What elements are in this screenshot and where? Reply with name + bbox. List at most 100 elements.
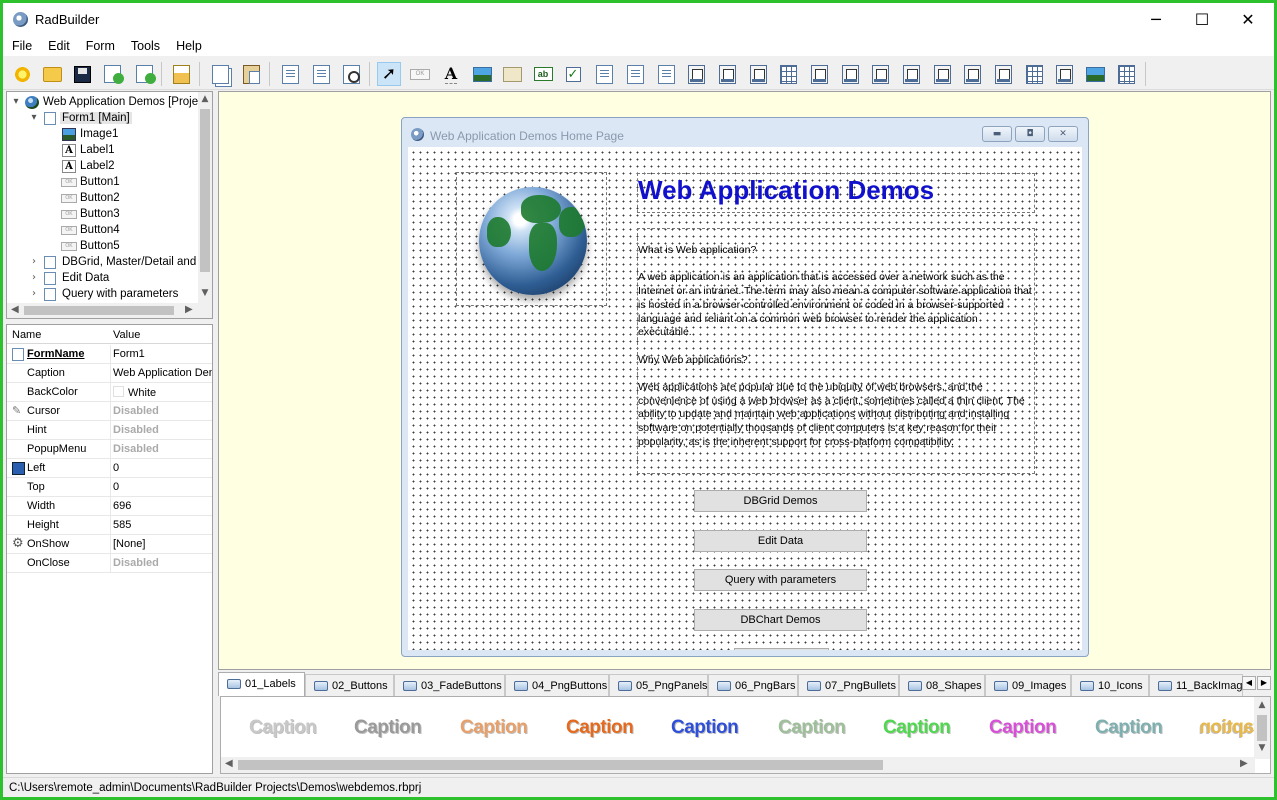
property-top[interactable]: Top 0 <box>7 478 212 497</box>
property-height[interactable]: Height 585 <box>7 516 212 535</box>
dbedit-control-tool[interactable] <box>838 62 862 86</box>
palette-vertical-scrollbar[interactable]: ▲ ▼ <box>1254 697 1270 759</box>
paste-button[interactable] <box>239 62 263 86</box>
expand-arrow-icon[interactable]: › <box>29 272 39 283</box>
scroll-right-icon[interactable]: ▶ <box>1240 758 1248 769</box>
open-project-button[interactable] <box>40 62 64 86</box>
palette-horizontal-scrollbar[interactable]: ◀ ▶ <box>221 757 1255 773</box>
listbox-control-tool[interactable] <box>592 62 616 86</box>
button3-query-with-parameters[interactable]: Query with parameters <box>694 569 867 591</box>
combobox-control-tool[interactable] <box>623 62 647 86</box>
scroll-left-icon[interactable]: ◀ <box>11 304 19 315</box>
media-control-tool[interactable] <box>746 62 770 86</box>
property-value[interactable]: [None] <box>113 538 212 550</box>
property-value[interactable]: Form1 <box>113 348 212 360</box>
expand-arrow-icon[interactable]: ▾ <box>11 96 21 107</box>
tab-10-icons[interactable]: 10_Icons <box>1071 674 1149 696</box>
new-form-button[interactable] <box>278 62 302 86</box>
dbnav-control-tool[interactable] <box>1052 62 1076 86</box>
tree-horizontal-scrollbar[interactable]: ◀ ▶ <box>7 303 212 318</box>
property-caption[interactable]: Caption Web Application Demos Home Page <box>7 364 212 383</box>
scroll-thumb[interactable] <box>238 760 883 770</box>
compile-button[interactable] <box>169 62 193 86</box>
export-button[interactable] <box>132 62 156 86</box>
new-project-button[interactable] <box>10 62 34 86</box>
panel-control-tool[interactable] <box>500 62 524 86</box>
button2-edit-data[interactable]: Edit Data <box>694 530 867 552</box>
expand-arrow-icon[interactable]: › <box>29 256 39 267</box>
button1-dbgrid-demos[interactable]: DBGrid Demos <box>694 490 867 512</box>
edit-control-tool[interactable]: ab <box>531 62 555 86</box>
scroll-thumb[interactable] <box>1257 715 1267 741</box>
property-value[interactable]: Web Application Demos Home Page <box>113 367 212 379</box>
tab-04-pngbuttons[interactable]: 04_PngButtons <box>505 674 609 696</box>
property-onshow[interactable]: ⚙ OnShow [None] <box>7 535 212 554</box>
tab-03-fadebuttons[interactable]: 03_FadeButtons <box>394 674 505 696</box>
property-popupmenu[interactable]: PopupMenu Disabled <box>7 440 212 459</box>
property-value[interactable]: 0 <box>113 462 212 474</box>
question-control-tool[interactable] <box>684 62 708 86</box>
tab-11-backimage[interactable]: 11_BackImage <box>1149 674 1243 696</box>
property-hint[interactable]: Hint Disabled <box>7 421 212 440</box>
caption-style-6[interactable]: Caption <box>778 717 846 739</box>
property-width[interactable]: Width 696 <box>7 497 212 516</box>
menu-help[interactable]: Help <box>167 36 209 56</box>
save-button[interactable] <box>70 62 94 86</box>
button5-partial[interactable] <box>734 648 829 650</box>
property-onclose[interactable]: OnClose Disabled <box>7 554 212 573</box>
image1-control[interactable] <box>456 172 607 306</box>
preview-button[interactable] <box>339 62 363 86</box>
dbimage-control-tool[interactable] <box>1083 62 1107 86</box>
button-control-tool[interactable]: OK <box>408 62 432 86</box>
tab-01-labels[interactable]: 01_Labels <box>218 672 305 696</box>
tab-08-shapes[interactable]: 08_Shapes <box>899 674 985 696</box>
import-button[interactable] <box>100 62 124 86</box>
expand-arrow-icon[interactable]: › <box>29 288 39 299</box>
property-cursor[interactable]: ✎ Cursor Disabled <box>7 402 212 421</box>
caption-style-3[interactable]: Caption <box>460 717 528 739</box>
checkbox-control-tool[interactable]: ✓ <box>561 62 585 86</box>
scroll-down-icon[interactable]: ▼ <box>198 288 212 298</box>
tab-scroll-left-icon[interactable]: ◀ <box>1242 676 1256 690</box>
property-value[interactable]: 696 <box>113 500 212 512</box>
navigate-control-tool[interactable] <box>715 62 739 86</box>
scroll-up-icon[interactable]: ▲ <box>198 94 212 104</box>
select-pointer-button[interactable]: ➚ <box>377 62 401 86</box>
tab-02-buttons[interactable]: 02_Buttons <box>305 674 394 696</box>
caption-style-5[interactable]: Caption <box>671 717 739 739</box>
design-form-canvas[interactable]: Web Application Demos What is Web applic… <box>408 147 1082 650</box>
property-left[interactable]: Left 0 <box>7 459 212 478</box>
scroll-up-icon[interactable]: ▲ <box>1254 700 1270 710</box>
caption-style-8[interactable]: Caption <box>989 717 1057 739</box>
tree-vertical-scrollbar[interactable]: ▲ ▼ <box>198 92 212 304</box>
caption-style-9[interactable]: Caption <box>1095 717 1163 739</box>
caption-style-7[interactable]: Caption <box>883 717 951 739</box>
tab-scroll-right-icon[interactable]: ▶ <box>1257 676 1271 690</box>
tab-06-pngbars[interactable]: 06_PngBars <box>708 674 798 696</box>
grid-control-tool[interactable] <box>776 62 800 86</box>
design-form-window[interactable]: Web Application Demos Home Page ▬ ◘ ✕ We… <box>401 117 1089 657</box>
maximize-button[interactable]: ☐ <box>1179 3 1225 36</box>
text-control-tool[interactable] <box>807 62 831 86</box>
scroll-thumb[interactable] <box>200 109 210 272</box>
dbmemo-control-tool[interactable] <box>868 62 892 86</box>
dbgrid-control-tool[interactable] <box>1022 62 1046 86</box>
property-backcolor[interactable]: BackColor White <box>7 383 212 402</box>
caption-style-1[interactable]: Caption <box>249 717 317 739</box>
property-formname[interactable]: FormName Form1 <box>7 345 212 364</box>
label-control-tool[interactable]: A <box>439 62 463 86</box>
tab-07-pngbullets[interactable]: 07_PngBullets <box>798 674 899 696</box>
caption-style-2[interactable]: Caption <box>354 717 422 739</box>
scroll-thumb[interactable] <box>24 306 174 315</box>
form-properties-button[interactable] <box>309 62 333 86</box>
scroll-right-icon[interactable]: ▶ <box>185 304 193 315</box>
menu-form[interactable]: Form <box>77 36 122 56</box>
dbcombo-control-tool[interactable] <box>930 62 954 86</box>
button4-dbchart-demos[interactable]: DBChart Demos <box>694 609 867 631</box>
caption-style-4[interactable]: Caption <box>566 717 634 739</box>
dblist-control-tool[interactable] <box>960 62 984 86</box>
expand-arrow-icon[interactable]: ▾ <box>29 112 39 123</box>
menu-edit[interactable]: Edit <box>39 36 77 56</box>
tab-09-images[interactable]: 09_Images <box>985 674 1071 696</box>
property-value[interactable]: 0 <box>113 481 212 493</box>
